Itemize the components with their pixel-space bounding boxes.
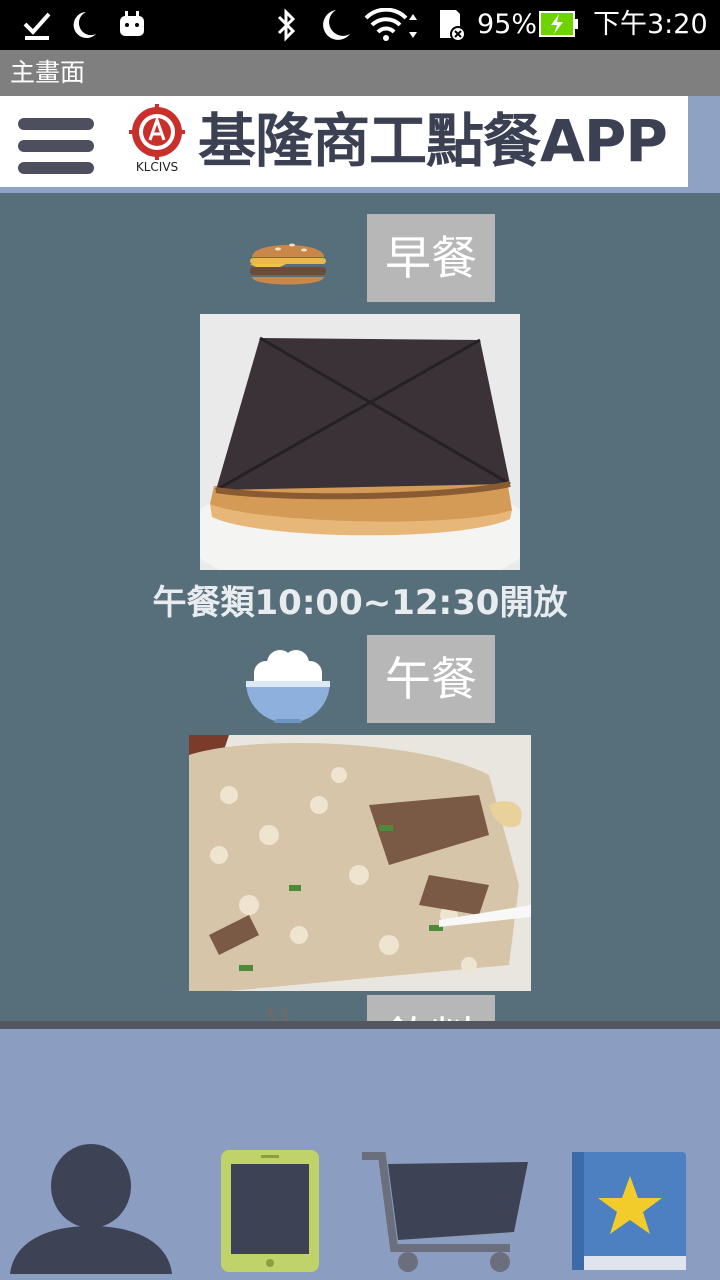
rice-bowl-icon	[246, 650, 330, 723]
title-bar: 主畫面	[0, 50, 720, 96]
lunch-button[interactable]: 午餐	[367, 635, 495, 723]
favorites-book-icon[interactable]	[572, 1152, 688, 1274]
school-logo: KLCIVS	[129, 104, 185, 174]
shopping-cart-icon[interactable]	[360, 1152, 532, 1274]
moon-icon	[73, 12, 96, 38]
logo-text: KLCIVS	[136, 160, 178, 174]
app-title: 基隆商工點餐APP	[198, 107, 668, 175]
android-icon	[120, 11, 144, 36]
header-banner: KLCIVS 基隆商工點餐APP	[0, 96, 688, 187]
menu-content: 早餐 午餐類10:00~12:30開放 午餐	[0, 193, 720, 1085]
breakfast-button[interactable]: 早餐	[367, 214, 495, 302]
bluetooth-icon	[277, 8, 296, 42]
download-done-icon	[23, 12, 51, 40]
lunch-hours-notice: 午餐類10:00~12:30開放	[152, 583, 568, 623]
lunch-image[interactable]	[189, 735, 531, 991]
wifi-icon	[364, 8, 417, 41]
battery-percent: 95%	[477, 9, 538, 40]
page-title: 主畫面	[10, 58, 86, 87]
moon-icon	[323, 10, 350, 40]
tablet-icon[interactable]	[221, 1150, 319, 1272]
breakfast-image[interactable]	[200, 314, 520, 570]
menu-button[interactable]	[18, 116, 96, 176]
burger-icon	[250, 243, 326, 285]
battery-charging-icon	[539, 11, 578, 37]
status-bar: 95% 下午3:20	[0, 0, 720, 50]
user-icon[interactable]	[10, 1144, 172, 1274]
nav-divider	[0, 1021, 720, 1029]
sd-card-error-icon	[440, 10, 466, 42]
clock: 下午3:20	[593, 9, 708, 40]
